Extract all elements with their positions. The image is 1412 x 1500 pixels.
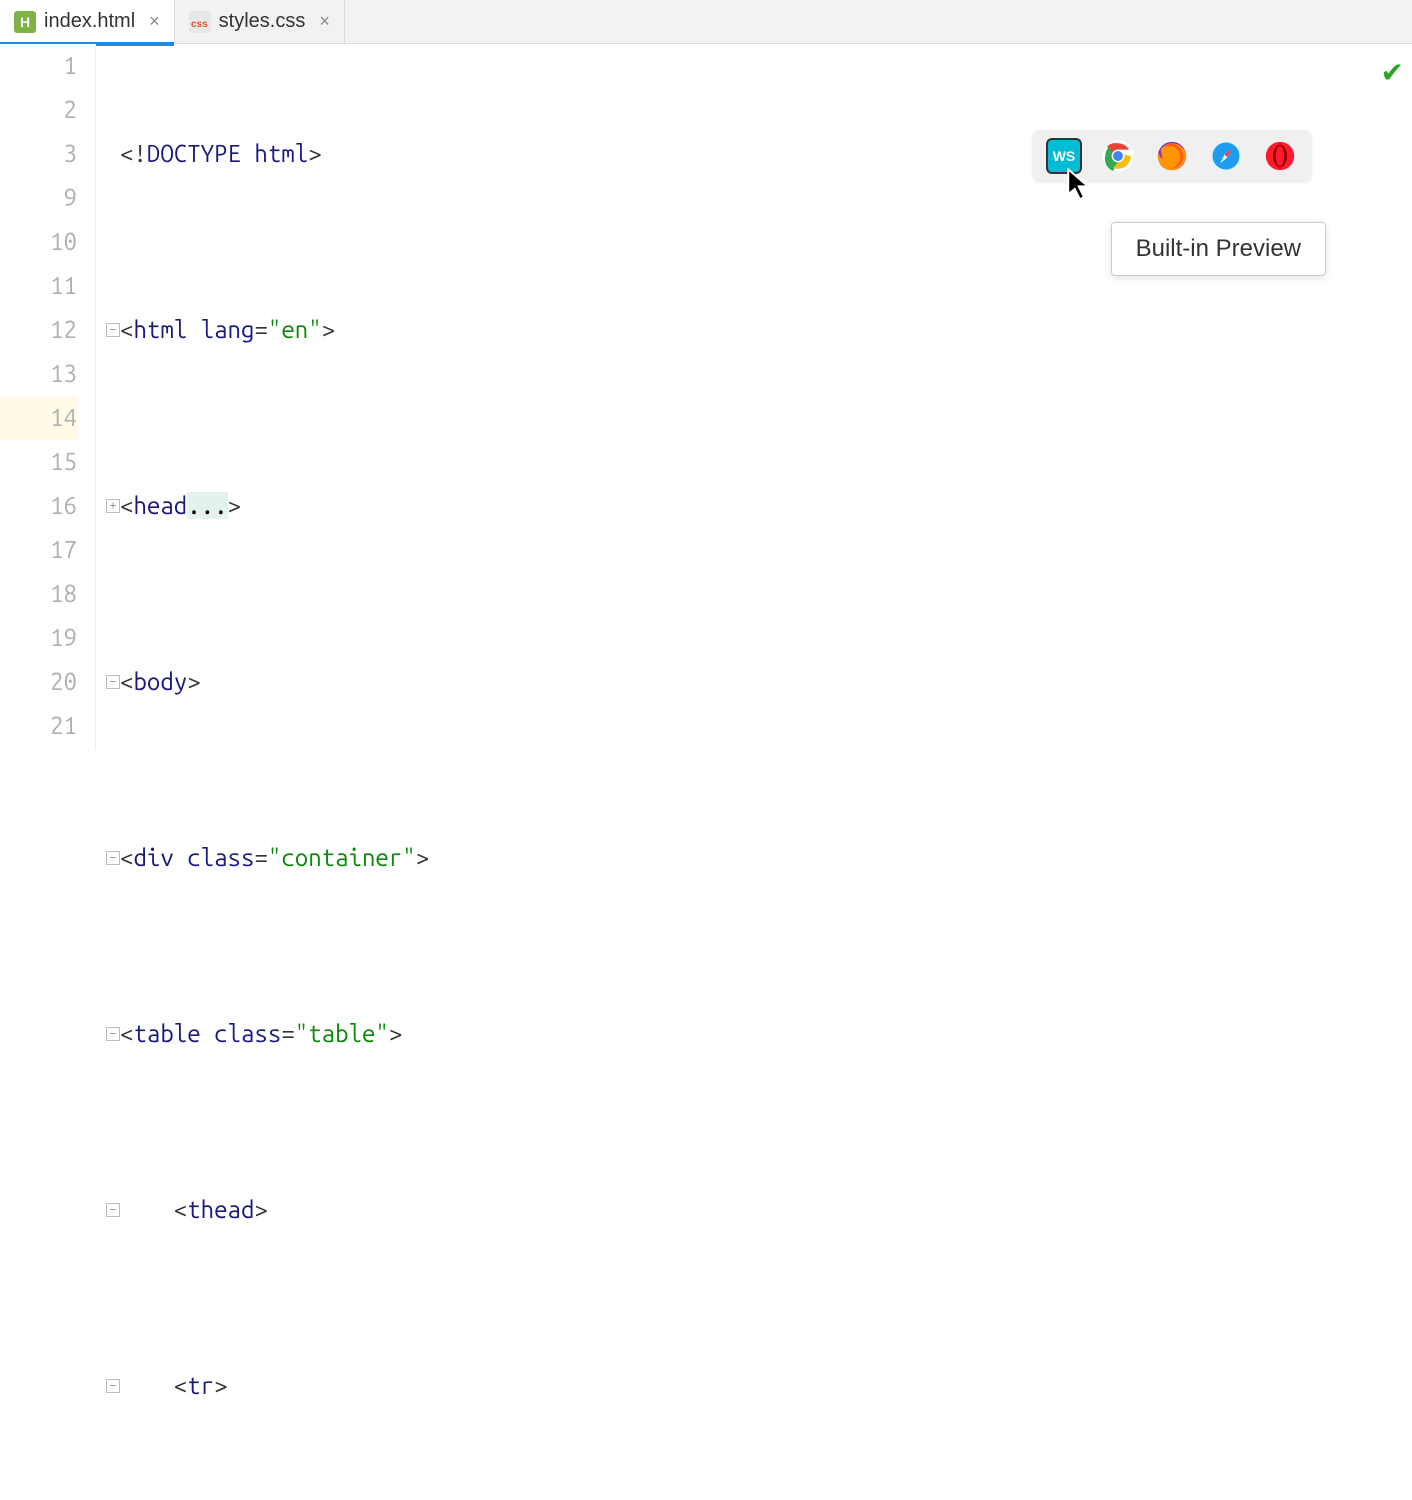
line-number: 19 [0, 616, 77, 660]
code-line[interactable]: −<body> [120, 660, 1412, 704]
line-number: 2 [0, 88, 77, 132]
line-number: 13 [0, 352, 77, 396]
fold-toggle-icon[interactable]: − [106, 851, 120, 865]
close-icon[interactable]: × [149, 11, 160, 32]
tab-label: styles.css [219, 10, 306, 33]
line-number: 18 [0, 572, 77, 616]
tab-bar-empty [345, 0, 1412, 43]
close-icon[interactable]: × [319, 11, 330, 32]
webstorm-preview-icon[interactable]: WS [1046, 138, 1082, 174]
code-line[interactable]: −<table class="table"> [120, 1012, 1412, 1056]
gutter: 1 2 3 9 10 11 12 13 14 15 16 17 18 19 20… [0, 44, 96, 750]
tab-index-html[interactable]: index.html × [0, 0, 175, 43]
fold-toggle-icon[interactable]: − [106, 1203, 120, 1217]
svg-text:css: css [191, 19, 208, 30]
tooltip-text: Built-in Preview [1136, 235, 1301, 262]
line-number: 20 [0, 660, 77, 704]
tab-label: index.html [44, 10, 135, 33]
html-file-icon [14, 11, 36, 33]
code-line[interactable]: +<head...> [120, 484, 1412, 528]
line-number: 12 [0, 308, 77, 352]
code-line[interactable]: −<div class="container"> [120, 836, 1412, 880]
line-number: 3 [0, 132, 77, 176]
tab-bar: index.html × css styles.css × [0, 0, 1412, 44]
line-number: 1 [0, 44, 77, 88]
line-number: 14 [0, 396, 77, 440]
fold-toggle-icon[interactable]: − [106, 1379, 120, 1393]
code-line[interactable]: − <tr> [120, 1364, 1412, 1408]
fold-toggle-icon[interactable]: − [106, 675, 120, 689]
tab-styles-css[interactable]: css styles.css × [175, 0, 345, 43]
tooltip: Built-in Preview [1111, 222, 1326, 276]
line-number: 10 [0, 220, 77, 264]
firefox-icon[interactable] [1154, 138, 1190, 174]
code-line[interactable]: −<html lang="en"> [120, 308, 1412, 352]
folded-region[interactable]: ... [187, 492, 227, 519]
chrome-icon[interactable] [1100, 138, 1136, 174]
fold-toggle-icon[interactable]: − [106, 1027, 120, 1041]
line-number: 17 [0, 528, 77, 572]
code-line[interactable]: − <thead> [120, 1188, 1412, 1232]
browser-preview-bar: WS [1032, 130, 1312, 182]
fold-toggle-icon[interactable]: − [106, 323, 120, 337]
opera-icon[interactable] [1262, 138, 1298, 174]
line-number: 11 [0, 264, 77, 308]
line-number: 16 [0, 484, 77, 528]
line-number: 21 [0, 704, 77, 748]
css-file-icon: css [189, 11, 211, 33]
line-number: 15 [0, 440, 77, 484]
line-number: 9 [0, 176, 77, 220]
safari-icon[interactable] [1208, 138, 1244, 174]
fold-toggle-icon[interactable]: + [106, 499, 120, 513]
